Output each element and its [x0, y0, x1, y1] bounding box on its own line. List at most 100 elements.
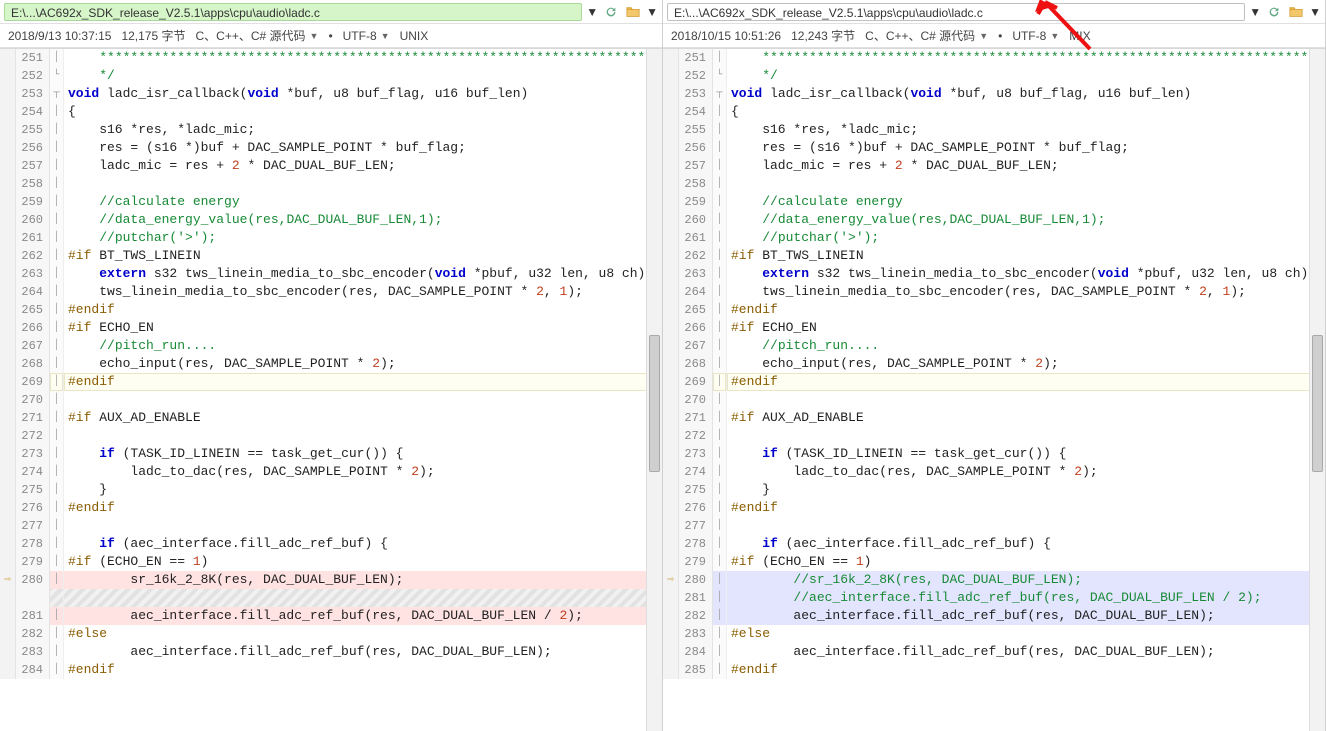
code-line[interactable]: 260│ //data_energy_value(res,DAC_DUAL_BU… [663, 211, 1325, 229]
fold-gutter[interactable]: │ [713, 391, 727, 409]
code-line[interactable]: 268│ echo_input(res, DAC_SAMPLE_POINT * … [0, 355, 662, 373]
source-text[interactable]: #else [64, 625, 662, 643]
fold-gutter[interactable]: │ [50, 157, 64, 175]
code-line[interactable]: 284│ aec_interface.fill_adc_ref_buf(res,… [663, 643, 1325, 661]
source-text[interactable]: #endif [727, 373, 1325, 391]
code-line[interactable]: 274│ ladc_to_dac(res, DAC_SAMPLE_POINT *… [663, 463, 1325, 481]
fold-gutter[interactable]: │ [50, 49, 64, 67]
fold-gutter[interactable]: │ [713, 517, 727, 535]
source-text[interactable]: //sr_16k_2_8K(res, DAC_DUAL_BUF_LEN); [727, 571, 1325, 589]
source-text[interactable]: #endif [64, 301, 662, 319]
code-line[interactable]: 251│ ***********************************… [663, 49, 1325, 67]
code-line[interactable]: 263│ extern s32 tws_linein_media_to_sbc_… [663, 265, 1325, 283]
source-text[interactable]: //putchar('>'); [64, 229, 662, 247]
fold-gutter[interactable]: │ [50, 553, 64, 571]
fold-gutter[interactable]: │ [713, 643, 727, 661]
source-text[interactable]: //calculate energy [727, 193, 1325, 211]
fold-gutter[interactable]: │ [50, 481, 64, 499]
code-line[interactable]: 255│ s16 *res, *ladc_mic; [663, 121, 1325, 139]
left-scrollbar[interactable] [646, 49, 662, 731]
fold-gutter[interactable]: │ [50, 409, 64, 427]
source-text[interactable]: } [64, 481, 662, 499]
fold-gutter[interactable]: │ [713, 661, 727, 679]
fold-gutter[interactable]: │ [713, 121, 727, 139]
fold-gutter[interactable]: │ [50, 517, 64, 535]
source-text[interactable]: sr_16k_2_8K(res, DAC_DUAL_BUF_LEN); [64, 571, 662, 589]
source-text[interactable]: if (aec_interface.fill_adc_ref_buf) { [64, 535, 662, 553]
source-text[interactable]: extern s32 tws_linein_media_to_sbc_encod… [64, 265, 662, 283]
code-line[interactable]: 266│#if ECHO_EN [0, 319, 662, 337]
code-line[interactable]: 271│#if AUX_AD_ENABLE [663, 409, 1325, 427]
code-line[interactable]: 270│ [663, 391, 1325, 409]
source-text[interactable]: #endif [64, 373, 662, 391]
code-line[interactable]: 254│{ [0, 103, 662, 121]
left-scroll-thumb[interactable] [649, 335, 660, 471]
code-line[interactable]: 279│#if (ECHO_EN == 1) [663, 553, 1325, 571]
right-refresh-button[interactable] [1265, 3, 1283, 21]
source-text[interactable]: { [727, 103, 1325, 121]
fold-gutter[interactable]: │ [713, 103, 727, 121]
source-text[interactable]: #if BT_TWS_LINEIN [727, 247, 1325, 265]
source-text[interactable]: #endif [727, 301, 1325, 319]
fold-gutter[interactable]: │ [50, 121, 64, 139]
source-text[interactable]: if (TASK_ID_LINEIN == task_get_cur()) { [727, 445, 1325, 463]
code-line[interactable]: 252└ */ [0, 67, 662, 85]
code-line[interactable]: 257│ ladc_mic = res + 2 * DAC_DUAL_BUF_L… [663, 157, 1325, 175]
fold-gutter[interactable]: │ [50, 427, 64, 445]
source-text[interactable]: #if (ECHO_EN == 1) [727, 553, 1325, 571]
right-lang-dropdown-icon[interactable]: ▼ [979, 31, 988, 41]
code-line[interactable]: 253┬void ladc_isr_callback(void *buf, u8… [663, 85, 1325, 103]
source-text[interactable]: void ladc_isr_callback(void *buf, u8 buf… [727, 85, 1325, 103]
fold-gutter[interactable]: │ [50, 139, 64, 157]
left-open-folder-button[interactable] [624, 3, 642, 21]
fold-gutter[interactable]: │ [50, 193, 64, 211]
fold-gutter[interactable]: │ [50, 301, 64, 319]
code-line[interactable]: 267│ //pitch_run.... [0, 337, 662, 355]
fold-gutter[interactable]: └ [713, 67, 727, 85]
fold-gutter[interactable]: │ [50, 265, 64, 283]
left-enc-dropdown-icon[interactable]: ▼ [381, 31, 390, 41]
source-text[interactable]: #endif [727, 499, 1325, 517]
fold-gutter[interactable]: │ [713, 355, 727, 373]
source-text[interactable] [64, 175, 662, 193]
source-text[interactable]: #if BT_TWS_LINEIN [64, 247, 662, 265]
fold-gutter[interactable]: │ [50, 463, 64, 481]
code-line[interactable]: ⇨280│ sr_16k_2_8K(res, DAC_DUAL_BUF_LEN)… [0, 571, 662, 589]
source-text[interactable]: #else [727, 625, 1325, 643]
right-open-dropdown-icon[interactable]: ▼ [1309, 5, 1321, 19]
fold-gutter[interactable]: │ [713, 301, 727, 319]
right-code-table[interactable]: 251│ ***********************************… [663, 49, 1325, 731]
source-text[interactable]: //pitch_run.... [727, 337, 1325, 355]
source-text[interactable] [727, 517, 1325, 535]
fold-gutter[interactable]: │ [713, 229, 727, 247]
fold-gutter[interactable]: │ [50, 643, 64, 661]
fold-gutter[interactable]: │ [713, 175, 727, 193]
source-text[interactable]: aec_interface.fill_adc_ref_buf(res, DAC_… [64, 607, 662, 625]
code-line[interactable]: 269│#endif [663, 373, 1325, 391]
code-line[interactable]: 274│ ladc_to_dac(res, DAC_SAMPLE_POINT *… [0, 463, 662, 481]
right-scroll-thumb[interactable] [1312, 335, 1323, 471]
code-line[interactable]: 283│#else [663, 625, 1325, 643]
code-line[interactable]: 276│#endif [663, 499, 1325, 517]
code-line[interactable]: 265│#endif [0, 301, 662, 319]
code-line[interactable]: 266│#if ECHO_EN [663, 319, 1325, 337]
code-line[interactable]: 268│ echo_input(res, DAC_SAMPLE_POINT * … [663, 355, 1325, 373]
code-line[interactable]: ⇨280│ //sr_16k_2_8K(res, DAC_DUAL_BUF_LE… [663, 571, 1325, 589]
source-text[interactable]: #if AUX_AD_ENABLE [64, 409, 662, 427]
source-text[interactable]: #endif [64, 499, 662, 517]
fold-gutter[interactable]: │ [50, 229, 64, 247]
code-line[interactable]: 255│ s16 *res, *ladc_mic; [0, 121, 662, 139]
source-text[interactable]: ****************************************… [64, 49, 662, 67]
source-text[interactable]: */ [727, 67, 1325, 85]
fold-gutter[interactable]: │ [50, 337, 64, 355]
source-text[interactable]: #if AUX_AD_ENABLE [727, 409, 1325, 427]
code-line[interactable]: 278│ if (aec_interface.fill_adc_ref_buf)… [663, 535, 1325, 553]
left-refresh-button[interactable] [602, 3, 620, 21]
fold-gutter[interactable]: │ [713, 553, 727, 571]
fold-gutter[interactable]: │ [713, 427, 727, 445]
source-text[interactable]: //data_energy_value(res,DAC_DUAL_BUF_LEN… [727, 211, 1325, 229]
source-text[interactable]: ****************************************… [727, 49, 1325, 67]
code-line[interactable]: 283│ aec_interface.fill_adc_ref_buf(res,… [0, 643, 662, 661]
fold-gutter[interactable]: │ [713, 193, 727, 211]
right-path-dropdown-icon[interactable]: ▼ [1249, 5, 1261, 19]
